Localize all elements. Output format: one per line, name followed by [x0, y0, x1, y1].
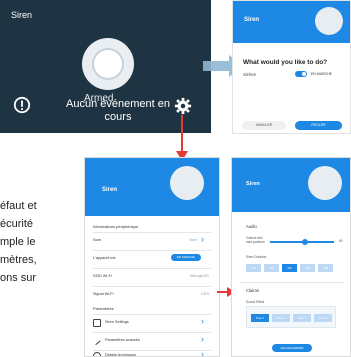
info-icon[interactable]: [13, 96, 31, 114]
sound-option-selected[interactable]: Tone 1: [251, 314, 269, 322]
siren-device-thumbnail: [308, 166, 342, 200]
divider: [93, 250, 211, 251]
row-label: Siren Settings: [105, 320, 129, 324]
info-icon: [93, 352, 101, 356]
side-text-line-5: ons sur: [0, 272, 37, 284]
duration-segmented-control: 1M 3M 5M 10M 15M: [246, 264, 338, 272]
row-wifi-ssid: SSID Wi-Fi WalongeGSX: [93, 274, 211, 284]
siren-toggle-knob: [302, 72, 306, 76]
divider: [93, 268, 211, 269]
siren-label: Sirène: [243, 72, 257, 77]
state-pill[interactable]: EN MARCHE: [171, 254, 201, 261]
siren-device-center: [94, 50, 122, 78]
row-label: Nom: [93, 238, 102, 242]
volume-value: 60: [339, 239, 343, 243]
sound-option[interactable]: Tone 2: [272, 314, 290, 322]
duration-option[interactable]: 15M: [318, 264, 333, 272]
dialog-header-title: Siren: [244, 17, 260, 23]
volume-label: Volume des haut-parleurs: [246, 236, 265, 244]
chevron-right-icon: ›: [201, 334, 204, 344]
sound-effect-label: Sound Effect: [246, 300, 265, 304]
duration-option[interactable]: 1M: [246, 264, 261, 272]
save-button[interactable]: SAUVEGARDER: [272, 344, 312, 352]
confirm-button[interactable]: REGLER: [295, 121, 342, 130]
duration-label: Siren Duration: [246, 255, 267, 259]
siren-action-dialog: Siren What would you like to do? Sirène …: [232, 0, 351, 134]
row-name[interactable]: Nom Siren ›: [93, 234, 211, 248]
row-advanced-settings[interactable]: Paramètres avancés ›: [91, 334, 211, 348]
duration-option-selected[interactable]: 5M: [282, 264, 297, 272]
event-status: Armed Aucun événement en cours: [58, 93, 178, 124]
settings-icon: [93, 319, 101, 327]
settings-header-title: Siren: [246, 181, 260, 187]
sound-effect-box: Tone 1 Tone 2 Tone 3 Tone 4: [246, 306, 336, 328]
row-device-state[interactable]: L'appareil est EN MARCHE: [93, 254, 211, 266]
row-wifi-signal: Signal Wi-Fi 100%: [93, 292, 211, 302]
row-value: WalongeGSX: [189, 274, 209, 278]
row-label: L'appareil est: [93, 256, 116, 260]
armed-overlay-text: Armed: [84, 93, 114, 104]
divider: [93, 314, 211, 315]
volume-slider-knob[interactable]: [302, 239, 308, 245]
section-parameters: Paramètres: [93, 306, 114, 311]
chevron-right-icon: ›: [201, 349, 204, 357]
side-text-line-4: mètres,: [0, 254, 37, 266]
duration-option[interactable]: 3M: [264, 264, 279, 272]
row-value: Siren: [189, 238, 197, 242]
status-line-1: Aucun événement en: [66, 98, 170, 110]
siren-device-thumbnail: [315, 7, 343, 35]
cancel-button[interactable]: ANNULER: [242, 121, 286, 130]
wrench-icon: [91, 335, 101, 346]
divider: [93, 332, 211, 333]
row-siren-settings[interactable]: Siren Settings ›: [93, 316, 211, 330]
chevron-right-icon: ›: [201, 234, 204, 244]
side-text-line-3: mple le: [0, 236, 36, 248]
divider: [93, 286, 211, 287]
row-label: Détails techniques: [105, 353, 137, 357]
details-header-title: Siren: [102, 187, 118, 193]
divider: [93, 350, 211, 351]
dialog-question: What would you like to do?: [243, 59, 328, 66]
chevron-right-icon: ›: [201, 316, 204, 326]
divider: [240, 282, 344, 283]
section-audio: Audio: [246, 224, 257, 229]
section-device-info: Informations périphérique: [93, 224, 139, 229]
section-light: Clairon: [246, 288, 260, 293]
side-text-line-1: éfaut et: [0, 200, 37, 212]
toggle-state-label: EN MARCHE: [311, 72, 333, 76]
row-label: SSID Wi-Fi: [93, 274, 112, 278]
row-label: Signal Wi-Fi: [93, 292, 114, 296]
siren-settings-screen: Siren Audio Volume des haut-parleurs 60 …: [231, 157, 351, 357]
siren-home-panel: Siren Armed Aucun événement en cours: [0, 0, 211, 133]
sound-option[interactable]: Tone 3: [293, 314, 311, 322]
arrow-down-icon: [176, 115, 188, 161]
side-text-line-2: écurité: [0, 218, 34, 230]
gear-icon[interactable]: [174, 97, 192, 115]
panel-title: Siren: [11, 10, 33, 20]
row-label: Paramètres avancés: [105, 338, 140, 342]
divider: [93, 232, 211, 233]
sound-option[interactable]: Tone 4: [314, 314, 332, 322]
row-technical-details[interactable]: Détails techniques ›: [93, 349, 211, 357]
row-value: 100%: [200, 292, 209, 296]
status-line-2: cours: [104, 111, 132, 123]
device-details-screen: Siren Informations périphérique Nom Sire…: [84, 157, 220, 357]
duration-option[interactable]: 10M: [300, 264, 315, 272]
siren-device-thumbnail: [170, 166, 204, 200]
